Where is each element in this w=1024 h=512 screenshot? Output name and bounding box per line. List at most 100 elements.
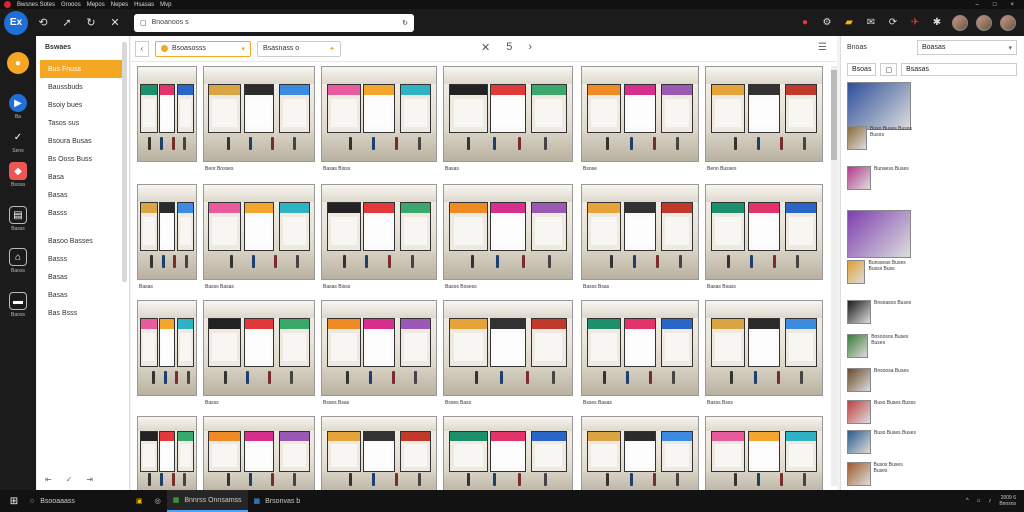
rail-item-table[interactable]: ▤ Basss <box>0 206 36 232</box>
avatar[interactable] <box>952 14 968 31</box>
sidebar-item[interactable]: Bsoiy bues <box>40 96 122 114</box>
next-page-button[interactable]: › <box>528 41 532 54</box>
rail-item-check[interactable]: ✓ Sens <box>0 128 36 155</box>
taskbar-app-media[interactable]: ◎ <box>149 490 167 512</box>
image-tile[interactable] <box>443 416 573 498</box>
taskbar-app-browser[interactable]: ▦ Bnnrss Onnsamss <box>166 490 248 512</box>
image-tile[interactable]: Basas Bisss <box>321 66 437 176</box>
sidebar-item[interactable]: Bs Ooss Buss <box>40 150 122 168</box>
panel-field[interactable]: Bsasas <box>901 63 1017 76</box>
image-tile[interactable] <box>137 300 197 410</box>
close-view-icon[interactable]: ✕ <box>481 41 490 54</box>
image-tile[interactable] <box>321 416 437 498</box>
sidebar-item[interactable]: Basas <box>40 186 122 204</box>
address-bar[interactable]: ▢ Bnoanoos s ↻ <box>134 13 414 32</box>
maximize-button[interactable]: □ <box>993 2 997 8</box>
filter-chip-secondary[interactable]: Bsasnass o ✦ <box>257 40 341 57</box>
message-icon[interactable]: ✉ <box>864 16 878 30</box>
sync-icon[interactable]: ⟳ <box>886 16 900 30</box>
image-tile[interactable]: Bsses Basas <box>581 300 699 410</box>
rail-item-shield[interactable]: ◆ Bsosa <box>0 162 36 188</box>
back-icon[interactable]: ⟲ <box>34 14 52 32</box>
minimize-button[interactable]: – <box>976 2 979 8</box>
pin-icon[interactable]: ✈ <box>908 16 922 30</box>
image-tile[interactable] <box>705 416 823 498</box>
page-number[interactable]: 5 <box>506 41 512 54</box>
taskbar-app-files[interactable]: ▣ <box>130 490 149 512</box>
panel-tab[interactable]: Bsoas <box>847 63 877 76</box>
menu-item-3[interactable]: Mepos <box>87 2 105 8</box>
reload-icon[interactable]: ↻ <box>82 14 100 32</box>
sidebar-item[interactable]: Basas <box>40 286 122 304</box>
filter-chip-primary[interactable]: Bsoasosss ▾ <box>155 40 251 57</box>
image-tile[interactable]: Basss Bsss <box>705 300 823 410</box>
image-tile[interactable] <box>581 416 699 498</box>
tray-chevron-icon[interactable]: ^ <box>966 498 969 504</box>
clock[interactable]: 2009 6 Bnnsns <box>999 495 1016 507</box>
rail-item-monitor[interactable]: ▬ Baoss <box>0 292 36 318</box>
image-tile[interactable]: Basas <box>443 66 573 176</box>
menu-item-2[interactable]: Grooos <box>61 2 81 8</box>
tools-icon[interactable]: ✱ <box>930 16 944 30</box>
panel-list-item[interactable] <box>847 210 917 258</box>
menu-item-1[interactable]: Bwsnes Sotes <box>17 2 55 8</box>
menu-item-4[interactable]: Nepes <box>111 2 128 8</box>
volume-icon[interactable]: ♪ <box>988 498 991 504</box>
rail-item-store[interactable]: ⌂ Baoss <box>0 248 36 274</box>
refresh-icon[interactable]: ↻ <box>402 19 408 27</box>
image-tile[interactable]: Basss Basas <box>203 184 315 294</box>
image-tile[interactable]: Basas <box>137 184 197 294</box>
image-tile[interactable]: Bsses Bass <box>443 300 573 410</box>
panel-list-item[interactable]: Bunsseas Buses Busss Buss <box>847 260 917 284</box>
scroll-thumb[interactable] <box>831 70 837 160</box>
image-tile[interactable] <box>137 66 197 176</box>
panel-list-item[interactable]: Buso Buses Buses <box>847 430 917 454</box>
sidebar-item[interactable]: Bsoura Busas <box>40 132 122 150</box>
image-tile[interactable]: Beno Busses <box>705 66 823 176</box>
image-tile[interactable]: Basos Bosess <box>443 184 573 294</box>
rail-item-home[interactable]: ● <box>0 52 36 74</box>
close-window-button[interactable]: × <box>1010 2 1014 8</box>
taskbar-app-editor[interactable]: ▦ Brsonvas b <box>248 490 307 512</box>
menu-icon[interactable]: ☰ <box>818 42 827 53</box>
panel-list-item[interactable] <box>847 82 917 130</box>
check-icon[interactable]: ✓ <box>66 475 73 484</box>
taskbar-search[interactable]: ○ Bsooaaass <box>30 498 130 505</box>
sidebar-item[interactable]: Bus Fnuss <box>40 60 122 78</box>
image-tile[interactable]: Beor Bosses <box>203 66 315 176</box>
panel-list-item[interactable]: Buso Buses Busss <box>847 400 917 424</box>
panel-toggle-icon[interactable]: ‹ <box>135 40 149 57</box>
sidebar-item[interactable]: Basss <box>40 204 122 222</box>
panel-list-item[interactable]: Bnsoosos Buses Buses <box>847 334 917 358</box>
image-tile[interactable]: Basas Bisss <box>321 184 437 294</box>
share-icon[interactable]: ➚ <box>58 14 76 32</box>
collapse-left-icon[interactable]: ⇤ <box>45 475 52 484</box>
sidebar-item[interactable]: Tasos sus <box>40 114 122 132</box>
avatar-secondary[interactable] <box>976 14 992 31</box>
main-scrollbar[interactable] <box>831 66 837 486</box>
avatar-profile[interactable] <box>1000 14 1016 31</box>
record-icon[interactable]: ● <box>798 16 812 30</box>
menu-item-5[interactable]: Hsasas <box>134 2 154 8</box>
settings-icon[interactable]: ⚙ <box>820 16 834 30</box>
panel-list-item[interactable]: Bnsoosa Buses <box>847 368 917 392</box>
square-icon[interactable]: ▢ <box>880 63 898 76</box>
panel-list-item[interactable]: Bnsoasos Buses <box>847 300 917 324</box>
menu-item-6[interactable]: Mvp <box>160 2 171 8</box>
sidebar-scrollbar[interactable] <box>122 42 127 282</box>
image-tile[interactable] <box>137 416 197 498</box>
panel-list-item[interactable]: Busos Buses Buses <box>847 462 917 486</box>
image-tile[interactable]: Basas Bsass <box>705 184 823 294</box>
address-input[interactable]: Bnoanoos s <box>152 19 398 26</box>
network-icon[interactable]: ⌂ <box>977 498 981 504</box>
panel-select[interactable]: Boasas ▾ <box>917 40 1017 55</box>
app-logo[interactable]: Ex <box>4 10 28 35</box>
image-tile[interactable]: Basss <box>203 300 315 410</box>
sidebar-item[interactable]: Basas <box>40 268 122 286</box>
close-icon[interactable]: ✕ <box>106 14 124 32</box>
image-tile[interactable]: Basss Bsas <box>581 184 699 294</box>
image-tile[interactable]: Bsses Bsas <box>321 300 437 410</box>
image-tile[interactable] <box>203 416 315 498</box>
windows-start-icon[interactable]: ⊞ <box>6 493 22 509</box>
collapse-right-icon[interactable]: ⇥ <box>86 475 93 484</box>
